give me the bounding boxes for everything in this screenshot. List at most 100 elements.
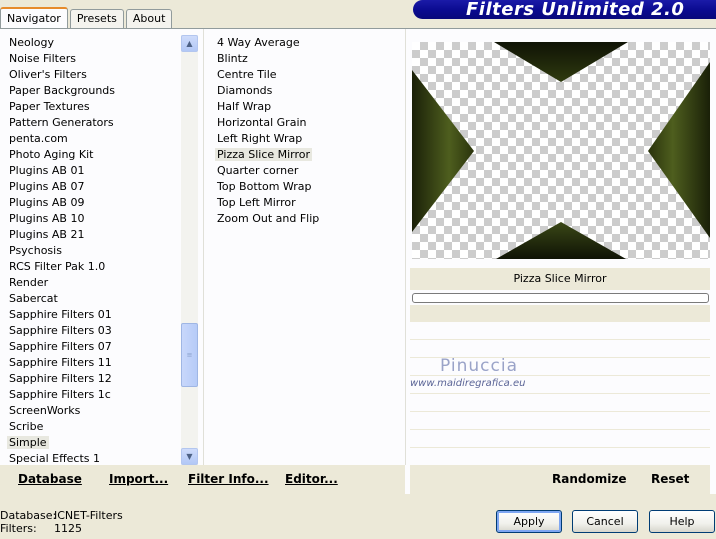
category-item[interactable]: Plugins AB 21 bbox=[0, 227, 180, 243]
filter-item-label: Centre Tile bbox=[217, 68, 277, 81]
tab-strip: Navigator Presets About bbox=[0, 7, 174, 29]
filter-item[interactable]: Left Right Wrap bbox=[211, 131, 401, 147]
category-item-label: Neology bbox=[9, 36, 55, 49]
tab-navigator[interactable]: Navigator bbox=[0, 7, 68, 29]
filter-item[interactable]: Blintz bbox=[211, 51, 401, 67]
category-item-label: Sabercat bbox=[9, 292, 58, 305]
category-item[interactable]: penta.com bbox=[0, 131, 180, 147]
filter-item[interactable]: Quarter corner bbox=[211, 163, 401, 179]
status-filters-label: Filters: bbox=[0, 522, 37, 535]
preview-image bbox=[412, 42, 710, 259]
category-item[interactable]: Plugins AB 07 bbox=[0, 179, 180, 195]
apply-button[interactable]: Apply bbox=[496, 510, 562, 533]
category-item[interactable]: Plugins AB 01 bbox=[0, 163, 180, 179]
filter-item[interactable]: Diamonds bbox=[211, 83, 401, 99]
category-item[interactable]: Sabercat bbox=[0, 291, 180, 307]
filter-item-label: 4 Way Average bbox=[217, 36, 300, 49]
category-item[interactable]: Render bbox=[0, 275, 180, 291]
param-row bbox=[410, 305, 710, 322]
filter-item-label: Left Right Wrap bbox=[217, 132, 303, 145]
randomize-button[interactable]: Randomize bbox=[552, 472, 626, 486]
filter-item[interactable]: Top Bottom Wrap bbox=[211, 179, 401, 195]
list-divider bbox=[405, 29, 406, 465]
category-item[interactable]: RCS Filter Pak 1.0 bbox=[0, 259, 180, 275]
category-item-label: Plugins AB 10 bbox=[9, 212, 85, 225]
category-item[interactable]: Paper Textures bbox=[0, 99, 180, 115]
category-item-label: Sapphire Filters 11 bbox=[9, 356, 112, 369]
preview-top-slice bbox=[494, 42, 628, 82]
category-item[interactable]: Noise Filters bbox=[0, 51, 180, 67]
param-row bbox=[410, 431, 710, 448]
category-item[interactable]: Plugins AB 09 bbox=[0, 195, 180, 211]
category-item[interactable]: Psychosis bbox=[0, 243, 180, 259]
category-item-label: Scribe bbox=[9, 420, 44, 433]
filter-list: 4 Way Average Blintz Centre Tile Diamonds Ha… bbox=[211, 35, 401, 227]
category-item-label: Plugins AB 01 bbox=[9, 164, 85, 177]
status-filters: Filters: 1125 bbox=[0, 522, 82, 535]
scroll-thumb[interactable]: ≡ bbox=[181, 323, 198, 387]
category-scrollbar[interactable]: ▲ ≡ ▼ bbox=[181, 35, 198, 465]
scroll-up-arrow-icon[interactable]: ▲ bbox=[181, 35, 198, 52]
category-item-label: Photo Aging Kit bbox=[9, 148, 94, 161]
pizza-slice-preview-graphic bbox=[412, 42, 710, 259]
category-item[interactable]: Scribe bbox=[0, 419, 180, 435]
filter-item-label: Quarter corner bbox=[217, 164, 299, 177]
category-item[interactable]: Sapphire Filters 1c bbox=[0, 387, 180, 403]
param-row bbox=[410, 323, 710, 340]
category-item[interactable]: Plugins AB 10 bbox=[0, 211, 180, 227]
filter-info-button[interactable]: Filter Info... bbox=[188, 472, 269, 486]
category-item[interactable]: Sapphire Filters 11 bbox=[0, 355, 180, 371]
filter-item-label: Diamonds bbox=[217, 84, 273, 97]
help-button[interactable]: Help bbox=[649, 510, 715, 533]
cancel-button[interactable]: Cancel bbox=[572, 510, 638, 533]
database-button[interactable]: Database bbox=[18, 472, 82, 486]
category-item[interactable]: Oliver's Filters bbox=[0, 67, 180, 83]
category-item-label: Plugins AB 07 bbox=[9, 180, 85, 193]
category-list: Neology Noise Filters Oliver's Filters Pape… bbox=[0, 35, 180, 467]
tab-presets[interactable]: Presets bbox=[69, 9, 124, 29]
category-item-label: Sapphire Filters 07 bbox=[9, 340, 112, 353]
category-item[interactable]: Sapphire Filters 12 bbox=[0, 371, 180, 387]
category-item[interactable]: Sapphire Filters 03 bbox=[0, 323, 180, 339]
category-item-label: RCS Filter Pak 1.0 bbox=[9, 260, 106, 273]
selected-filter-name: Pizza Slice Mirror bbox=[410, 268, 710, 290]
filter-item[interactable]: Pizza Slice Mirror bbox=[211, 147, 401, 163]
tab-about[interactable]: About bbox=[125, 9, 173, 29]
category-item-label: Sapphire Filters 01 bbox=[9, 308, 112, 321]
scroll-down-arrow-icon[interactable]: ▼ bbox=[181, 448, 198, 465]
progress-bar bbox=[412, 293, 709, 303]
category-item[interactable]: Simple bbox=[0, 435, 180, 451]
category-item-label: Plugins AB 09 bbox=[9, 196, 85, 209]
filter-item-label: Horizontal Grain bbox=[217, 116, 307, 129]
filter-item[interactable]: 4 Way Average bbox=[211, 35, 401, 51]
filter-item-label: Half Wrap bbox=[217, 100, 272, 113]
category-item[interactable]: Photo Aging Kit bbox=[0, 147, 180, 163]
param-row bbox=[410, 395, 710, 412]
watermark-url: www.maidiregrafica.eu bbox=[410, 378, 526, 389]
status-database-value: ICNET-Filters bbox=[54, 509, 123, 522]
category-item[interactable]: ScreenWorks bbox=[0, 403, 180, 419]
category-item-label: Paper Textures bbox=[9, 100, 90, 113]
filter-item[interactable]: Centre Tile bbox=[211, 67, 401, 83]
editor-button[interactable]: Editor... bbox=[285, 472, 338, 486]
category-item[interactable]: Sapphire Filters 01 bbox=[0, 307, 180, 323]
filter-item-label: Pizza Slice Mirror bbox=[215, 148, 313, 161]
category-item-label: Sapphire Filters 1c bbox=[9, 388, 111, 401]
filter-item[interactable]: Half Wrap bbox=[211, 99, 401, 115]
import-button[interactable]: Import... bbox=[109, 472, 168, 486]
filter-item-label: Top Bottom Wrap bbox=[217, 180, 312, 193]
filter-item[interactable]: Zoom Out and Flip bbox=[211, 211, 401, 227]
category-item[interactable]: Sapphire Filters 07 bbox=[0, 339, 180, 355]
filter-item[interactable]: Top Left Mirror bbox=[211, 195, 401, 211]
navigator-panel: Neology Noise Filters Oliver's Filters Pape… bbox=[0, 28, 716, 494]
category-item[interactable]: Pattern Generators bbox=[0, 115, 180, 131]
reset-button[interactable]: Reset bbox=[651, 472, 689, 486]
preview-bottom-slice bbox=[496, 222, 626, 259]
filter-item[interactable]: Horizontal Grain bbox=[211, 115, 401, 131]
category-item[interactable]: Neology bbox=[0, 35, 180, 51]
status-database: Database:ICNET-Filters bbox=[0, 509, 123, 522]
filter-item-label: Zoom Out and Flip bbox=[217, 212, 320, 225]
param-row bbox=[410, 449, 710, 466]
category-item[interactable]: Paper Backgrounds bbox=[0, 83, 180, 99]
category-item-label: Simple bbox=[7, 436, 49, 449]
